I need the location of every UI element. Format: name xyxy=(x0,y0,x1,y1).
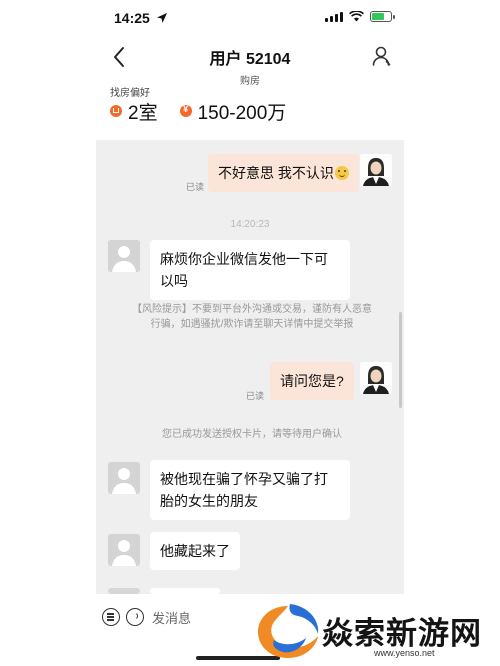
watermark-logo xyxy=(258,604,319,658)
smile-emoji-icon xyxy=(334,166,349,180)
risk-notice: 【风险提示】不要到平台外沟通或交易，谨防有人恶意行骗，如遇骚扰/欺诈请至聊天详情… xyxy=(132,304,372,330)
message-bubble[interactable]: 不好意思 我不认识 xyxy=(208,154,359,192)
voice-icon[interactable] xyxy=(126,608,144,626)
wifi-icon xyxy=(349,11,364,22)
avatar[interactable] xyxy=(108,534,140,566)
watermark: 焱索新游网 www.yenso.net xyxy=(252,600,496,662)
status-indicators xyxy=(325,11,395,22)
watermark-text: 焱索新游网 xyxy=(322,616,482,651)
message-bubble[interactable]: 麻烦你企业微信发他一下可以吗 xyxy=(150,240,350,300)
status-time: 14:25 xyxy=(114,10,150,26)
battery-icon xyxy=(370,11,395,22)
message-self: 请问您是? xyxy=(270,362,354,400)
scrollbar[interactable] xyxy=(399,312,402,408)
avatar[interactable] xyxy=(108,240,140,272)
money-icon xyxy=(179,104,192,117)
avatar[interactable] xyxy=(108,462,140,494)
message-text: 不好意思 我不认识 xyxy=(218,165,334,181)
read-status: 已读 xyxy=(186,182,205,192)
message-bubble[interactable]: 被他现在骗了怀孕又骗了打胎的女生的朋友 xyxy=(150,460,350,520)
message-bubble-partial xyxy=(150,588,220,594)
location-arrow-icon xyxy=(157,13,167,23)
avatar xyxy=(108,588,140,594)
read-status: 已读 xyxy=(246,391,265,401)
status-bar: 14:25 xyxy=(0,0,500,40)
message-bubble[interactable]: 他藏起来了 xyxy=(150,532,240,570)
user-icon[interactable] xyxy=(370,44,392,68)
preference-row: 2室 150-200万 xyxy=(110,100,287,124)
budget-value: 150-200万 xyxy=(197,102,287,124)
avatar[interactable] xyxy=(360,362,392,394)
watermark-url: www.yenso.net xyxy=(374,648,435,658)
message-self: 不好意思 我不认识 xyxy=(208,154,359,192)
rooms-value: 2室 xyxy=(128,102,158,124)
authorization-notice: 您已成功发送授权卡片，请等待用户确认 xyxy=(162,429,342,440)
message-bubble[interactable]: 请问您是? xyxy=(270,362,354,400)
page-title: 用户 52104 xyxy=(209,51,291,68)
page-subtitle: 购房 xyxy=(240,76,260,87)
message-text: 请问您是? xyxy=(280,373,344,389)
menu-icon[interactable] xyxy=(102,608,120,626)
time-separator: 14:20:23 xyxy=(230,219,270,230)
home-icon xyxy=(110,105,122,117)
avatar[interactable] xyxy=(360,154,392,186)
chat-area[interactable] xyxy=(96,140,404,594)
signal-icon xyxy=(325,11,343,22)
